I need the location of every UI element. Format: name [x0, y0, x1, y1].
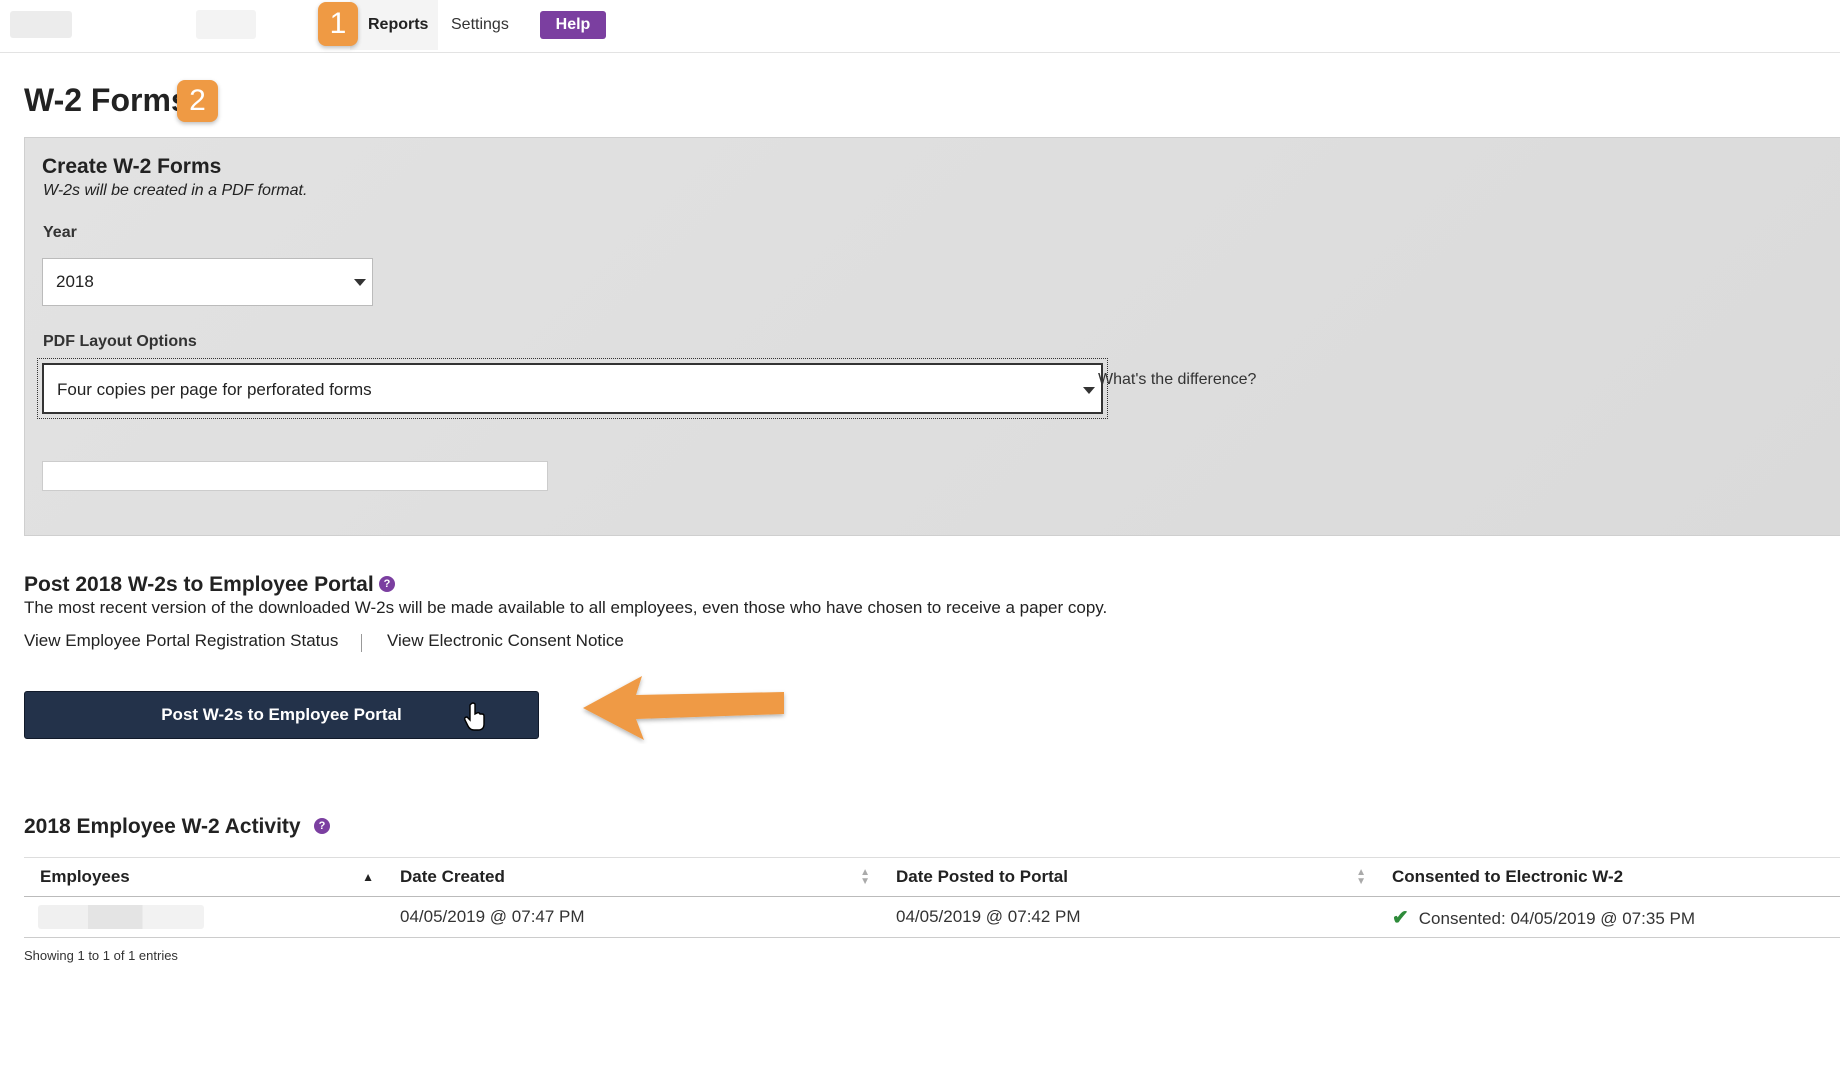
activity-section-title-text: 2018 Employee W-2 Activity — [24, 815, 301, 838]
sort-icon: ▲ ▼ — [860, 867, 870, 887]
nav-settings[interactable]: Settings — [451, 0, 509, 50]
employee-name-placeholder — [38, 905, 204, 929]
nav-settings-label: Settings — [451, 16, 509, 33]
blank-input-field[interactable] — [42, 461, 548, 491]
electronic-consent-link[interactable]: View Electronic Consent Notice — [387, 631, 624, 651]
chevron-down-icon — [1083, 387, 1095, 394]
nav-reports-label: Reports — [368, 16, 429, 33]
nav-reports[interactable]: Reports — [350, 0, 438, 50]
date-created-cell: 04/05/2019 @ 07:47 PM — [384, 896, 880, 938]
pdf-layout-label: PDF Layout Options — [43, 333, 197, 350]
help-button[interactable]: Help — [540, 11, 606, 39]
question-circle-icon[interactable]: ? — [379, 576, 395, 592]
pdf-layout-select[interactable]: Four copies per page for perforated form… — [42, 363, 1103, 414]
year-select-value: 2018 — [56, 272, 94, 291]
logo-placeholder — [10, 11, 72, 38]
post-section-title: Post 2018 W-2s to Employee Portal — [24, 573, 374, 597]
column-header-date-created[interactable]: Date Created ▲ ▼ — [384, 857, 880, 897]
post-description: The most recent version of the downloade… — [24, 598, 1108, 617]
sort-icon: ▲ ▼ — [1356, 867, 1366, 887]
pdf-layout-select-value: Four copies per page for perforated form… — [57, 380, 372, 399]
step-1-callout: 1 — [318, 2, 358, 46]
question-circle-icon[interactable]: ? — [314, 818, 330, 834]
column-header-employees[interactable]: Employees ▲ — [24, 857, 384, 897]
table-header-row: Employees ▲ Date Created ▲ ▼ Date Posted … — [24, 857, 1840, 897]
post-section-title-text: Post 2018 W-2s to Employee Portal — [24, 573, 374, 596]
column-header-date-created-label: Date Created — [400, 867, 505, 886]
create-w2-panel: Create W-2 Forms W-2s will be created in… — [24, 137, 1840, 536]
create-w2-title: Create W-2 Forms — [42, 155, 222, 178]
date-posted-cell: 04/05/2019 @ 07:42 PM — [880, 896, 1376, 938]
column-header-date-posted[interactable]: Date Posted to Portal ▲ ▼ — [880, 857, 1376, 897]
employee-cell[interactable] — [24, 896, 384, 938]
consented-text: Consented: 04/05/2019 @ 07:35 PM — [1418, 908, 1695, 928]
activity-section-title: 2018 Employee W-2 Activity — [24, 815, 301, 839]
column-header-employees-label: Employees — [40, 867, 130, 886]
whats-the-difference-link[interactable]: What's the difference? — [1098, 371, 1256, 389]
hand-pointer-icon — [464, 702, 485, 731]
registration-status-link[interactable]: View Employee Portal Registration Status — [24, 631, 338, 651]
checkmark-icon: ✔ — [1392, 906, 1409, 929]
arrow-left-annotation — [583, 676, 784, 740]
table-row: 04/05/2019 @ 07:47 PM 04/05/2019 @ 07:42… — [24, 896, 1840, 938]
page-title: W-2 Forms — [24, 82, 189, 118]
year-select[interactable]: 2018 — [42, 258, 373, 306]
create-w2-subtitle: W-2s will be created in a PDF format. — [43, 182, 308, 199]
post-w2s-button-label: Post W-2s to Employee Portal — [161, 705, 402, 724]
company-name-placeholder — [196, 10, 256, 39]
table-entries-info: Showing 1 to 1 of 1 entries — [24, 948, 178, 963]
year-label: Year — [43, 224, 77, 241]
top-nav-bar: Reports 1 Settings Help — [0, 0, 1840, 53]
w2-activity-table: Employees ▲ Date Created ▲ ▼ Date Posted … — [24, 857, 1840, 938]
consented-cell: ✔ Consented: 04/05/2019 @ 07:35 PM — [1376, 896, 1840, 938]
column-header-consented-label: Consented to Electronic W-2 — [1392, 867, 1624, 886]
post-w2s-button[interactable]: Post W-2s to Employee Portal — [24, 691, 539, 739]
sort-ascending-icon: ▲ — [362, 870, 374, 884]
step-2-callout: 2 — [177, 80, 218, 122]
chevron-down-icon — [354, 279, 366, 286]
link-separator — [361, 634, 362, 652]
column-header-consented[interactable]: Consented to Electronic W-2 — [1376, 857, 1840, 897]
column-header-date-posted-label: Date Posted to Portal — [896, 867, 1068, 886]
